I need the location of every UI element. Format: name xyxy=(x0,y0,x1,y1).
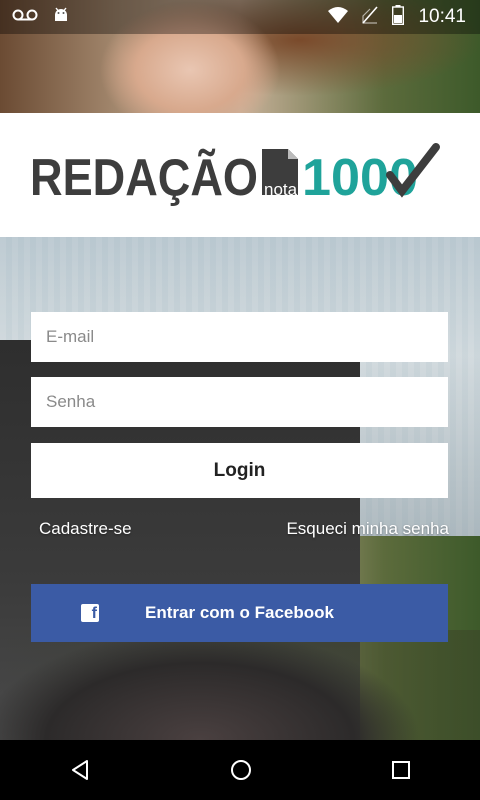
email-input[interactable] xyxy=(31,312,448,362)
password-input[interactable] xyxy=(31,377,448,427)
status-time: 10:41 xyxy=(418,6,466,27)
battery-icon xyxy=(392,4,405,30)
android-icon xyxy=(52,6,70,29)
status-bar: 10:41 xyxy=(0,0,480,34)
forgot-password-link[interactable]: Esqueci minha senha xyxy=(286,519,449,539)
logo-number-text: 1000 xyxy=(302,149,418,207)
logo-band: REDAÇÃO nota 1000 xyxy=(0,113,480,237)
navigation-bar xyxy=(0,740,480,800)
facebook-login-button[interactable]: f Entrar com o Facebook xyxy=(31,584,448,642)
voicemail-icon xyxy=(12,8,38,27)
app-logo: REDAÇÃO nota 1000 xyxy=(30,143,440,207)
facebook-icon: f xyxy=(81,604,99,622)
logo-main-text: REDAÇÃO xyxy=(30,148,258,207)
logo-nota-text: nota xyxy=(264,180,298,199)
home-icon[interactable] xyxy=(229,758,253,782)
facebook-login-label: Entrar com o Facebook xyxy=(145,603,334,622)
background-bottom xyxy=(0,630,480,740)
wifi-icon xyxy=(328,6,349,28)
no-sim-icon xyxy=(362,5,379,29)
signup-link[interactable]: Cadastre-se xyxy=(39,519,132,539)
back-icon[interactable] xyxy=(68,758,92,782)
login-button[interactable]: Login xyxy=(31,443,448,498)
recents-icon[interactable] xyxy=(390,759,412,781)
